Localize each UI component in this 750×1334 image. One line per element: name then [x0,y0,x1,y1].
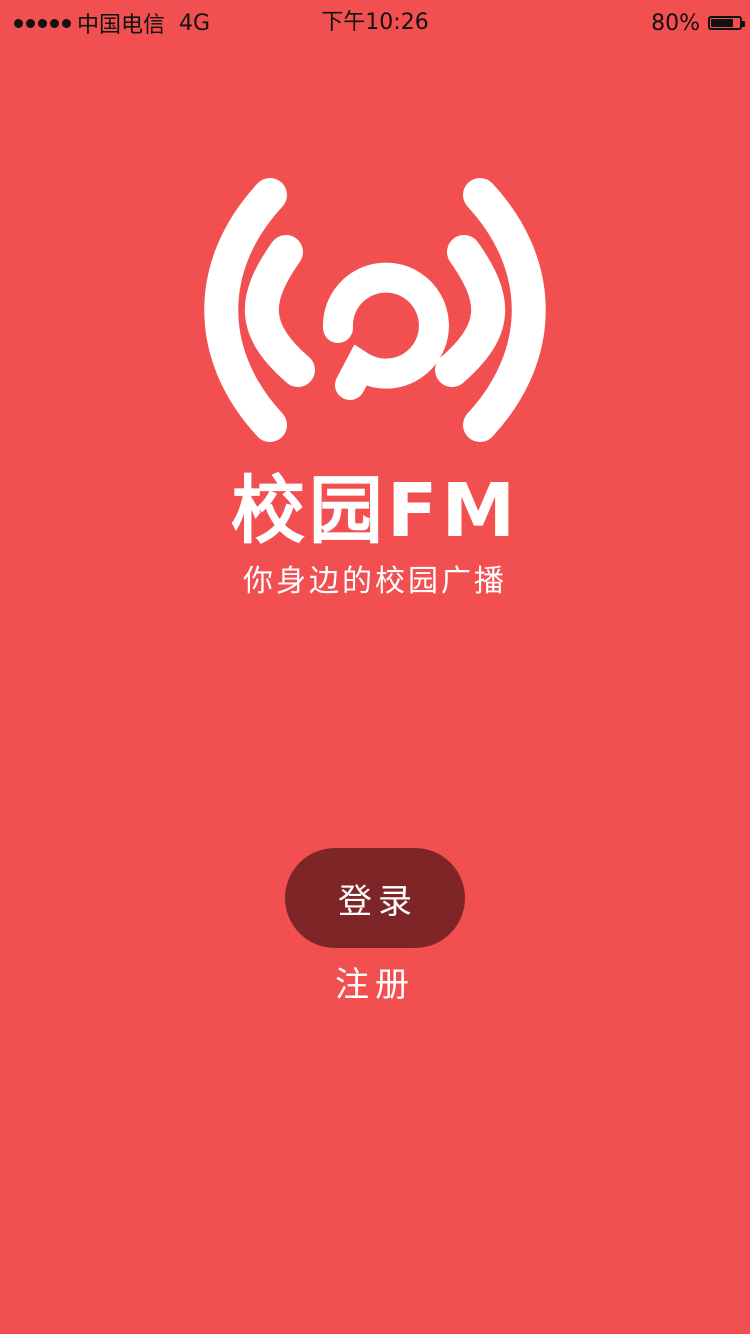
battery-percent: 80% [651,10,700,36]
inner-left-wave [244,235,315,387]
status-bar: 中国电信 4G 下午10:26 80% [0,0,750,46]
battery-fill [711,19,733,27]
login-button[interactable]: 登录 [285,848,465,948]
battery-icon [708,16,745,30]
center-ring [322,262,449,400]
radio-broadcast-icon [204,178,546,442]
app-title: 校园FM [230,468,520,554]
status-right: 80% [651,8,745,38]
register-link[interactable]: 注册 [0,960,750,1010]
status-time: 下午10:26 [321,10,429,35]
app-subtitle: 你身边的校园广播 [243,564,507,599]
inner-right-wave [435,235,506,387]
